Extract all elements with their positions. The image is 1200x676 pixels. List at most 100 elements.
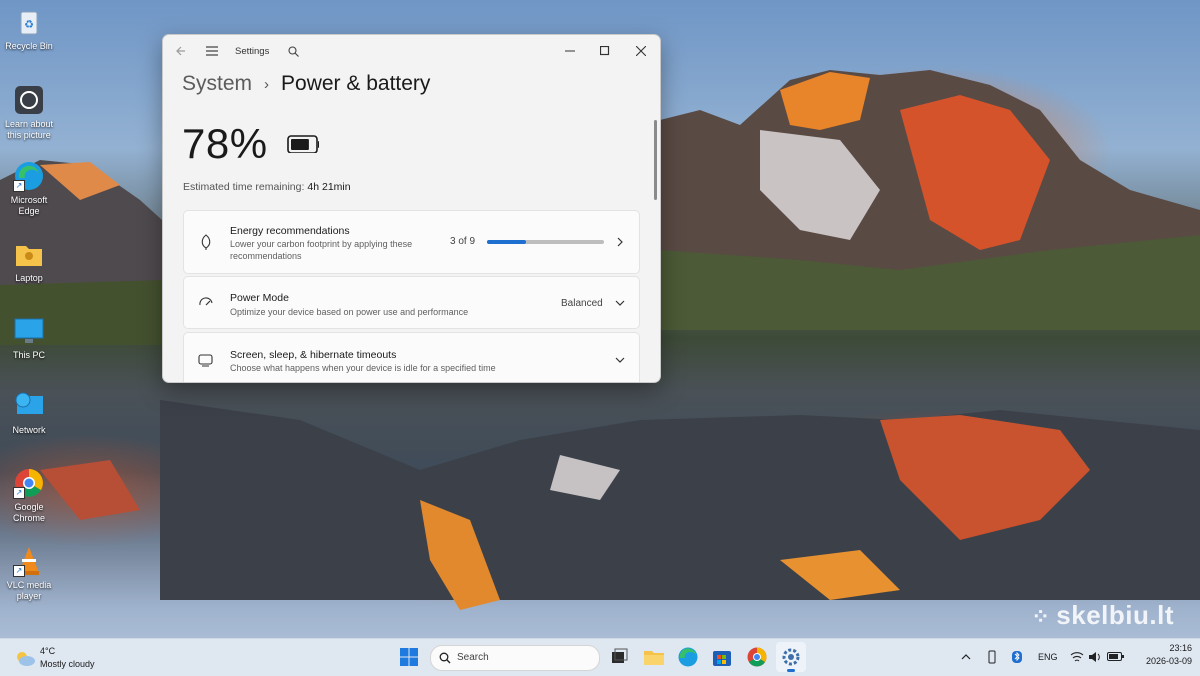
power-mode-card[interactable]: Power Mode Optimize your device based on…	[183, 276, 640, 329]
timeouts-title: Screen, sleep, & hibernate timeouts	[230, 349, 397, 361]
back-button[interactable]	[171, 35, 191, 67]
minimize-button[interactable]	[553, 35, 587, 67]
clock[interactable]: 23:16 2026-03-09	[1132, 643, 1192, 673]
desktop-icon-label: Recycle Bin	[5, 41, 53, 51]
shortcut-arrow-icon: ↗	[13, 487, 25, 499]
energy-progress-bar	[487, 240, 604, 244]
start-button[interactable]	[398, 646, 420, 668]
taskbar-store[interactable]	[711, 646, 733, 668]
nav-menu-button[interactable]	[201, 35, 223, 67]
desktop-icon-learn-picture[interactable]: Learn about this picture	[0, 84, 58, 141]
energy-subtitle-line1: Lower your carbon footprint by applying …	[230, 239, 413, 249]
hamburger-icon	[206, 46, 218, 56]
battery-icon	[287, 135, 319, 153]
desktop-icon-edge[interactable]: ↗ Microsoft Edge	[0, 160, 58, 217]
desktop-icon-recycle-bin[interactable]: ♻ Recycle Bin	[0, 6, 58, 52]
search-placeholder: Search	[457, 652, 489, 663]
monitor-icon	[13, 315, 45, 347]
energy-progress-text: 3 of 9	[450, 236, 476, 247]
desktop-icon-vlc[interactable]: ↗ VLC media player	[0, 545, 58, 602]
leaf-icon	[201, 234, 211, 250]
windows-start-icon	[400, 648, 418, 666]
chevron-down-icon	[615, 300, 625, 306]
close-icon	[636, 46, 646, 56]
microsoft-store-icon	[713, 651, 731, 666]
taskbar-chrome[interactable]	[746, 646, 768, 668]
search-button[interactable]	[283, 35, 303, 67]
bluetooth-icon[interactable]	[1011, 650, 1033, 672]
desktop-icon-label: VLC media player	[6, 580, 52, 601]
user-folder-icon	[13, 238, 45, 270]
desktop-icon-label: Microsoft Edge	[10, 195, 48, 216]
cloudy-weather-icon	[17, 652, 35, 666]
taskbar-settings-active[interactable]	[776, 642, 806, 672]
energy-progress-fill	[487, 240, 526, 244]
battery-fill	[291, 139, 309, 150]
taskbar-file-explorer[interactable]	[643, 646, 665, 668]
battery-tray-icon[interactable]	[1107, 651, 1129, 673]
chrome-icon: ↗	[13, 467, 45, 499]
shortcut-arrow-icon: ↗	[13, 565, 25, 577]
estimate-label: Estimated time remaining:	[183, 181, 305, 193]
title-bar[interactable]: Settings	[163, 35, 660, 67]
chevron-down-icon	[615, 357, 625, 363]
breadcrumb: System › Power & battery	[182, 72, 430, 96]
weather-widget[interactable]: 4°C Mostly cloudy	[12, 643, 122, 673]
network-globe-icon	[13, 390, 45, 422]
power-mode-subtitle: Optimize your device based on power use …	[230, 307, 469, 317]
taskbar-search-input[interactable]: Search	[430, 645, 600, 671]
desktop-icon-label: Network	[12, 425, 46, 435]
folder-icon	[644, 651, 664, 665]
task-view-button[interactable]	[608, 646, 630, 668]
maximize-button[interactable]	[587, 35, 623, 67]
shortcut-arrow-icon: ↗	[13, 180, 25, 192]
chrome-icon	[747, 647, 767, 667]
desktop-icon-label: This PC	[12, 350, 45, 360]
desktop-icon-this-pc[interactable]: This PC	[0, 315, 58, 361]
vlc-cone-icon: ↗	[13, 545, 45, 577]
language-indicator[interactable]: ENG	[1038, 652, 1058, 662]
settings-window: Settings System › Power & battery 78% Es…	[162, 34, 661, 383]
desktop-icon-chrome[interactable]: ↗ Google Chrome	[0, 467, 58, 524]
gear-icon	[782, 648, 800, 666]
close-button[interactable]	[623, 35, 659, 67]
taskbar-edge[interactable]	[677, 646, 699, 668]
maximize-icon	[600, 46, 610, 56]
desktop-icon-label: Laptop	[15, 273, 43, 283]
minimize-icon	[565, 50, 575, 52]
weather-description: Mostly cloudy	[40, 659, 95, 669]
power-mode-dropdown[interactable]: Balanced	[561, 298, 603, 309]
estimate-value: 4h 21min	[307, 181, 351, 193]
desktop-icon-label: Learn about this picture	[4, 119, 54, 140]
energy-title: Energy recommendations	[230, 225, 350, 237]
search-icon	[439, 652, 451, 664]
clock-time: 23:16	[1169, 643, 1192, 653]
taskbar: 4°C Mostly cloudy Search ENG 23:16 2026-…	[0, 638, 1200, 676]
camera-info-icon	[13, 84, 45, 116]
weather-temp: 4°C	[40, 646, 56, 656]
sleep-monitor-icon	[198, 354, 213, 367]
energy-recommendations-card[interactable]: Energy recommendations Lower your carbon…	[183, 210, 640, 274]
battery-percentage: 78%	[182, 120, 268, 167]
edge-icon	[678, 647, 698, 667]
breadcrumb-separator: ›	[264, 75, 270, 93]
scrollbar[interactable]	[654, 120, 657, 200]
active-indicator	[787, 669, 795, 672]
energy-subtitle-line2: recommendations	[230, 251, 302, 261]
chevron-right-icon	[617, 237, 623, 247]
edge-icon: ↗	[13, 160, 45, 192]
breadcrumb-system[interactable]: System	[182, 72, 252, 96]
usb-device-icon[interactable]	[986, 650, 1008, 672]
watermark: ⁘ skelbiu.lt	[1031, 600, 1174, 630]
search-icon	[287, 45, 299, 57]
back-arrow-icon	[176, 46, 185, 56]
desktop-icon-network[interactable]: Network	[0, 390, 58, 436]
window-title: Settings	[235, 45, 270, 57]
timeouts-subtitle: Choose what happens when your device is …	[230, 363, 496, 373]
power-mode-title: Power Mode	[230, 292, 289, 304]
sleep-timeouts-card[interactable]: Screen, sleep, & hibernate timeouts Choo…	[183, 332, 640, 382]
svg-text:♻: ♻	[24, 19, 34, 31]
estimated-time: Estimated time remaining: 4h 21min	[183, 181, 351, 193]
desktop-icon-laptop[interactable]: Laptop	[0, 238, 58, 284]
chevron-up-icon[interactable]	[960, 651, 982, 673]
